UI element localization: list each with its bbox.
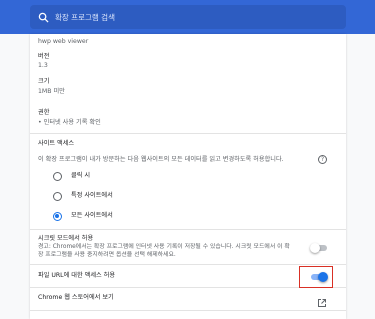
open-in-new-icon[interactable] <box>317 293 327 307</box>
incognito-warning-line1: 경고: Chrome에서는 확장 프로그램에 인터넷 사용 기록이 저장될 수 … <box>38 244 290 250</box>
top-toolbar <box>0 0 375 34</box>
size-label: 크기 <box>38 78 50 85</box>
help-circle-icon[interactable]: ? <box>318 155 327 164</box>
radio-all-sites-label: 모든 사이트에서 <box>71 212 113 219</box>
divider <box>30 264 346 265</box>
search-box[interactable] <box>30 5 346 29</box>
site-access-description: 이 확장 프로그램이 내가 방문하는 다음 웹사이트의 모든 데이터를 읽고 변… <box>38 156 284 163</box>
radio-all-sites[interactable] <box>53 212 62 221</box>
version-value: 1.3 <box>38 62 48 69</box>
radio-specific-sites-label: 특정 사이트에서 <box>71 192 113 199</box>
search-icon <box>38 8 49 27</box>
divider <box>30 133 346 134</box>
extension-description: hwp web viewer <box>38 38 89 45</box>
incognito-title: 시크릿 모드에서 허용 <box>38 235 94 242</box>
search-input[interactable] <box>55 12 335 22</box>
version-label: 버전 <box>38 53 50 60</box>
size-value: 1MB 미만 <box>38 88 65 95</box>
radio-on-click-label: 클릭 시 <box>71 172 91 179</box>
highlight-box <box>299 266 333 288</box>
incognito-toggle[interactable] <box>310 243 328 253</box>
site-access-title: 사이트 액세스 <box>38 140 75 147</box>
file-urls-label: 파일 URL에 대한 액세스 허용 <box>38 272 116 279</box>
store-link-label[interactable]: Chrome 웹 스토어에서 보기 <box>38 294 114 302</box>
radio-specific-sites[interactable] <box>53 192 62 201</box>
permission-item-text: 인터넷 사용 기록 확인 <box>43 119 101 126</box>
permissions-label: 권한 <box>38 109 50 116</box>
permission-item: • 인터넷 사용 기록 확인 <box>38 119 101 126</box>
divider <box>30 229 346 230</box>
radio-on-click[interactable] <box>53 172 62 181</box>
divider <box>30 310 346 311</box>
incognito-warning-line2: 장 프로그램을 사용 중지하려면 옵션을 선택 해제하세요. <box>38 252 176 258</box>
